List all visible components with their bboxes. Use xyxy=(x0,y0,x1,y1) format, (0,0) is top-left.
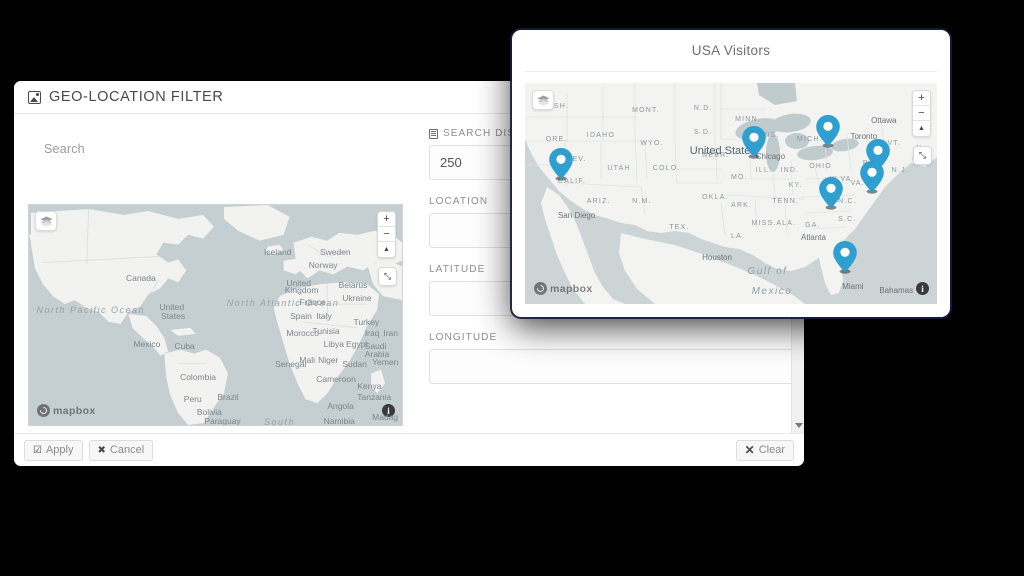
pin-glyph xyxy=(548,147,574,181)
map-pin-tennessee[interactable] xyxy=(818,176,844,210)
dialog-footer: ☑ Apply ✖ Cancel ✕ Clear xyxy=(14,433,804,466)
mapbox-label: mapbox xyxy=(550,283,593,295)
longitude-label: LONGITUDE xyxy=(429,332,797,343)
clear-button-label: Clear xyxy=(759,444,785,456)
usa-layers-icon[interactable] xyxy=(532,90,554,110)
cancel-button-label: Cancel xyxy=(110,444,144,456)
world-map-canvas xyxy=(29,205,402,425)
longitude-input[interactable] xyxy=(429,349,797,384)
usa-mapbox-attribution[interactable]: mapbox xyxy=(534,282,593,295)
usa-fullscreen-button[interactable]: ⤡ xyxy=(913,146,932,165)
usa-visitors-panel: USA Visitors xyxy=(512,30,950,317)
screen-root: GEO-LOCATION FILTER Search xyxy=(0,0,1024,576)
mapbox-logo-icon xyxy=(534,282,547,295)
apply-button-label: Apply xyxy=(46,444,74,456)
usa-zoom-in-button[interactable]: + xyxy=(913,91,930,106)
mapbox-attribution[interactable]: mapbox xyxy=(37,404,96,417)
title-divider xyxy=(525,71,937,72)
close-icon: ✕ xyxy=(745,443,755,457)
world-map[interactable]: + − ▲ ⤡ mapbox i CanadaUnitedStatesMexic… xyxy=(28,204,403,426)
cancel-button[interactable]: ✖ Cancel xyxy=(89,440,154,461)
layers-icon[interactable] xyxy=(35,211,57,231)
search-label: Search xyxy=(44,142,85,156)
map-pin-midwest-iowa[interactable] xyxy=(741,125,767,159)
zoom-out-button[interactable]: − xyxy=(378,227,395,242)
info-icon[interactable]: i xyxy=(382,404,395,417)
field-longitude: LONGITUDE xyxy=(429,332,797,384)
check-square-icon: ☑ xyxy=(33,445,42,456)
usa-info-icon[interactable]: i xyxy=(916,282,929,295)
scroll-down-arrow[interactable] xyxy=(795,423,803,428)
layers-glyph xyxy=(40,216,53,227)
usa-zoom-out-button[interactable]: − xyxy=(913,106,930,121)
image-icon xyxy=(28,91,41,104)
map-pin-florida[interactable] xyxy=(832,240,858,274)
mapbox-label: mapbox xyxy=(53,405,96,417)
map-pin-michigan[interactable] xyxy=(815,114,841,148)
mapbox-logo-icon xyxy=(37,404,50,417)
apply-button[interactable]: ☑ Apply xyxy=(24,440,83,461)
usa-visitors-title: USA Visitors xyxy=(512,30,950,71)
pin-glyph xyxy=(832,240,858,274)
world-map-zoom-controls[interactable]: + − ▲ xyxy=(377,211,396,258)
map-pin-north-carolina[interactable] xyxy=(859,160,885,194)
usa-compass-button[interactable]: ▲ xyxy=(913,121,930,136)
map-pin-san-francisco[interactable] xyxy=(548,147,574,181)
pin-glyph xyxy=(859,160,885,194)
pin-glyph xyxy=(741,125,767,159)
pin-glyph xyxy=(815,114,841,148)
layers-glyph xyxy=(537,95,550,106)
cancel-circle-icon: ✖ xyxy=(98,445,106,456)
compass-button[interactable]: ▲ xyxy=(378,242,395,257)
clear-button[interactable]: ✕ Clear xyxy=(736,440,794,461)
usa-visitors-map[interactable]: SH.ORE.IDAHOMONT.WYO.N.D.S.D.NEBR.NEV.UT… xyxy=(525,83,937,304)
usa-map-zoom-controls[interactable]: + − ▲ xyxy=(912,90,931,137)
fullscreen-button[interactable]: ⤡ xyxy=(378,267,397,286)
zoom-in-button[interactable]: + xyxy=(378,212,395,227)
pin-glyph xyxy=(818,176,844,210)
list-icon xyxy=(429,129,438,139)
page-title: GEO-LOCATION FILTER xyxy=(49,89,223,105)
